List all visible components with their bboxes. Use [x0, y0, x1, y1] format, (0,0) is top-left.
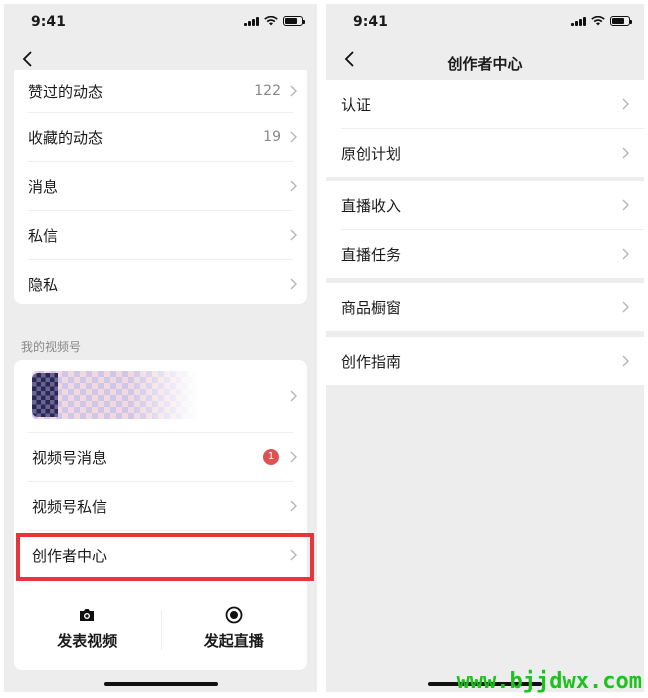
settings-group: 创作指南 [326, 337, 644, 385]
chevron-right-icon [622, 355, 629, 367]
post-video-button[interactable]: 发表视频 [14, 592, 161, 670]
profile-list-card: 赞过的动态 122 收藏的动态 19 消息 私信 隐私 [14, 70, 307, 304]
list-item-private-messages[interactable]: 私信 [14, 211, 307, 259]
list-item-label: 隐私 [28, 275, 59, 294]
status-time: 9:41 [353, 14, 388, 30]
chevron-right-icon [622, 199, 629, 211]
unread-badge: 1 [263, 449, 279, 465]
status-bar: 9:41 [326, 4, 644, 40]
camera-icon [80, 609, 95, 621]
list-item-liked[interactable]: 赞过的动态 122 [14, 70, 307, 112]
page-title: 创作者中心 [447, 55, 523, 73]
live-record-icon [225, 606, 243, 624]
post-video-label: 发表视频 [57, 632, 118, 650]
menu-item-product-showcase[interactable]: 商品橱窗 [326, 283, 644, 331]
settings-group: 认证 原创计划 [326, 80, 644, 177]
menu-item-verification[interactable]: 认证 [326, 80, 644, 128]
wifi-icon [591, 16, 605, 26]
chevron-right-icon [290, 390, 297, 402]
channel-profile-row[interactable] [14, 360, 307, 432]
channel-messages-row[interactable]: 视频号消息 1 [14, 433, 307, 481]
list-item-label: 视频号私信 [32, 497, 108, 516]
channel-private-messages-row[interactable]: 视频号私信 [14, 482, 307, 530]
wifi-icon [264, 16, 278, 26]
list-item-label: 视频号消息 [32, 448, 108, 467]
menu-item-label: 创作指南 [341, 352, 402, 371]
right-screen: 9:41 创作者中心 认证 原创计划 直播收入 直播任务 商品橱窗 创作指南 [326, 4, 644, 692]
battery-icon [283, 16, 305, 26]
menu-item-label: 认证 [341, 95, 372, 114]
chevron-right-icon [290, 131, 297, 143]
menu-item-live-income[interactable]: 直播收入 [326, 181, 644, 229]
chevron-right-icon [622, 98, 629, 110]
watermark: www.bjjdwx.com [456, 669, 642, 694]
action-bar: 发表视频 发起直播 [14, 592, 307, 670]
avatar [32, 373, 58, 417]
list-item-count: 122 [254, 83, 281, 99]
status-time: 9:41 [31, 14, 66, 30]
menu-item-label: 商品橱窗 [341, 298, 402, 317]
settings-group: 商品橱窗 [326, 283, 644, 331]
list-item-label: 赞过的动态 [28, 82, 104, 101]
list-item-count: 19 [263, 129, 281, 145]
left-screen: 9:41 赞过的动态 122 收藏的动态 19 消息 私信 隐私 我的视频号 视… [4, 4, 317, 692]
menu-item-original-plan[interactable]: 原创计划 [326, 129, 644, 177]
chevron-right-icon [622, 301, 629, 313]
settings-group: 直播收入 直播任务 [326, 181, 644, 278]
chevron-right-icon [290, 180, 297, 192]
list-item-label: 消息 [28, 177, 59, 196]
cellular-signal-icon [571, 16, 586, 26]
chevron-right-icon [290, 278, 297, 290]
chevron-right-icon [290, 85, 297, 97]
chevron-right-icon [290, 229, 297, 241]
list-item-favorites[interactable]: 收藏的动态 19 [14, 113, 307, 161]
start-live-button[interactable]: 发起直播 [161, 592, 308, 670]
home-indicator [103, 682, 218, 686]
highlight-box [16, 533, 314, 581]
list-item-privacy[interactable]: 隐私 [14, 260, 307, 308]
list-item-label: 收藏的动态 [28, 128, 104, 147]
chevron-right-icon [290, 500, 297, 512]
menu-item-label: 直播任务 [341, 245, 402, 264]
list-item-messages[interactable]: 消息 [14, 162, 307, 210]
battery-icon [610, 16, 632, 26]
chevron-right-icon [622, 147, 629, 159]
list-item-label: 私信 [28, 226, 59, 245]
section-title: 我的视频号 [21, 340, 82, 354]
menu-item-label: 原创计划 [341, 144, 402, 163]
status-bar: 9:41 [4, 4, 317, 40]
menu-item-live-tasks[interactable]: 直播任务 [326, 230, 644, 278]
menu-item-label: 直播收入 [341, 196, 402, 215]
menu-item-creator-guide[interactable]: 创作指南 [326, 337, 644, 385]
start-live-label: 发起直播 [203, 632, 264, 650]
back-arrow-icon[interactable] [18, 49, 38, 69]
cellular-signal-icon [244, 16, 259, 26]
chevron-right-icon [622, 248, 629, 260]
chevron-right-icon [290, 451, 297, 463]
